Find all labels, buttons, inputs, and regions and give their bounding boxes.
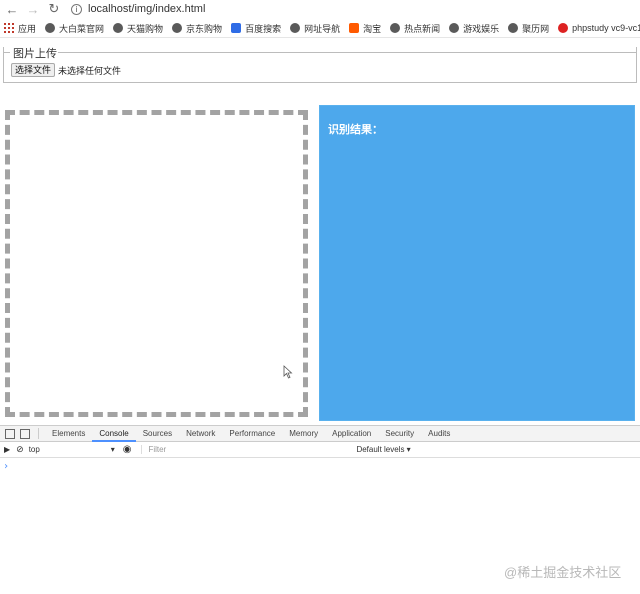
mouse-cursor-icon — [283, 365, 293, 379]
bookmark-apps[interactable]: 应用 — [4, 22, 36, 35]
console-toolbar: ▶ ⊘ top ▾ ◉ Filter Default levels ▾ — [0, 442, 640, 458]
bookmark-item[interactable]: 游戏娱乐 — [449, 22, 499, 35]
bookmark-label: 游戏娱乐 — [463, 23, 500, 34]
fieldset-border — [56, 52, 637, 53]
taobao-icon — [349, 23, 360, 33]
apps-icon — [4, 23, 14, 33]
globe-icon — [290, 23, 301, 33]
globe-icon — [390, 23, 401, 33]
globe-icon — [508, 23, 519, 33]
eye-icon[interactable]: ◉ — [123, 444, 132, 455]
tab-sources[interactable]: Sources — [136, 426, 179, 442]
result-panel: 识别结果： — [319, 105, 635, 421]
globe-icon — [113, 23, 124, 33]
bookmark-label: 热点新闻 — [404, 23, 441, 34]
bookmark-item[interactable]: 天猫购物 — [113, 22, 163, 35]
console-prompt[interactable]: › — [3, 461, 9, 472]
address-bar: ← → ↻ i localhost/img/index.html — [0, 0, 640, 18]
devtools-toolbar: Elements Console Sources Network Perform… — [0, 425, 640, 442]
inspect-icon[interactable] — [5, 428, 15, 439]
image-preview-area[interactable] — [5, 110, 308, 417]
context-select[interactable]: top ▾ — [29, 445, 115, 454]
globe-icon — [172, 23, 183, 33]
tab-elements[interactable]: Elements — [45, 426, 92, 442]
globe-icon — [45, 23, 56, 33]
divider — [38, 428, 39, 439]
url-text: localhost/img/index.html — [88, 3, 206, 15]
reload-icon[interactable]: ↻ — [45, 0, 63, 18]
file-input[interactable]: 选择文件 未选择任何文件 — [11, 63, 121, 77]
bookmark-label: 百度搜索 — [245, 23, 282, 34]
context-value: top — [28, 445, 40, 454]
bookmark-label: 大白菜官网 — [59, 23, 105, 34]
result-label: 识别结果： — [328, 124, 383, 136]
bookmark-label: 网址导航 — [304, 23, 341, 34]
device-toggle-icon[interactable] — [20, 428, 30, 439]
bookmark-label: 京东购物 — [186, 23, 223, 34]
watermark: @稀土掘金技术社区 — [504, 565, 622, 580]
tab-audits[interactable]: Audits — [421, 426, 457, 442]
bookmark-item[interactable]: 聚历网 — [508, 22, 549, 35]
choose-file-button[interactable]: 选择文件 — [11, 63, 56, 77]
bookmark-label: 应用 — [18, 23, 37, 34]
info-icon[interactable]: i — [71, 3, 82, 15]
fieldset-border — [3, 52, 10, 53]
baidu-icon — [231, 23, 242, 33]
bookmark-item[interactable]: phpstudy vc9-vc1... — [558, 23, 640, 33]
clear-console-icon[interactable]: ⊘ — [16, 444, 24, 455]
log-levels-dropdown[interactable]: Default levels ▾ — [356, 445, 410, 454]
bookmark-item[interactable]: 大白菜官网 — [45, 22, 104, 35]
tab-console[interactable]: Console — [92, 426, 136, 442]
tab-security[interactable]: Security — [378, 426, 421, 442]
bookmark-item[interactable]: 热点新闻 — [390, 22, 440, 35]
bookmark-item[interactable]: 网址导航 — [290, 22, 340, 35]
bookmarks-bar: 应用 大白菜官网 天猫购物 京东购物 百度搜索 网址导航 淘宝 热点新闻 游戏娱… — [0, 19, 640, 38]
bookmark-item[interactable]: 百度搜索 — [231, 22, 281, 35]
globe-icon — [449, 23, 460, 33]
upload-legend: 图片上传 — [12, 45, 58, 61]
play-icon[interactable]: ▶ — [4, 445, 10, 454]
url-field[interactable]: i localhost/img/index.html — [71, 3, 205, 15]
bookmark-item[interactable]: 淘宝 — [349, 22, 381, 35]
bookmark-label: 天猫购物 — [127, 23, 164, 34]
tab-memory[interactable]: Memory — [282, 426, 325, 442]
back-arrow-icon[interactable]: ← — [3, 0, 21, 18]
tab-application[interactable]: Application — [325, 426, 378, 442]
php-icon — [558, 23, 569, 33]
bookmark-label: 聚历网 — [522, 23, 550, 34]
chevron-down-icon: ▾ — [110, 445, 115, 454]
file-status: 未选择任何文件 — [58, 65, 122, 76]
filter-input[interactable]: Filter — [141, 445, 356, 454]
bookmark-item[interactable]: 京东购物 — [172, 22, 222, 35]
forward-arrow-icon[interactable]: → — [24, 0, 42, 18]
tab-performance[interactable]: Performance — [222, 426, 282, 442]
tab-network[interactable]: Network — [179, 426, 222, 442]
bookmark-label: phpstudy vc9-vc1... — [572, 23, 640, 33]
bookmark-label: 淘宝 — [363, 23, 382, 34]
